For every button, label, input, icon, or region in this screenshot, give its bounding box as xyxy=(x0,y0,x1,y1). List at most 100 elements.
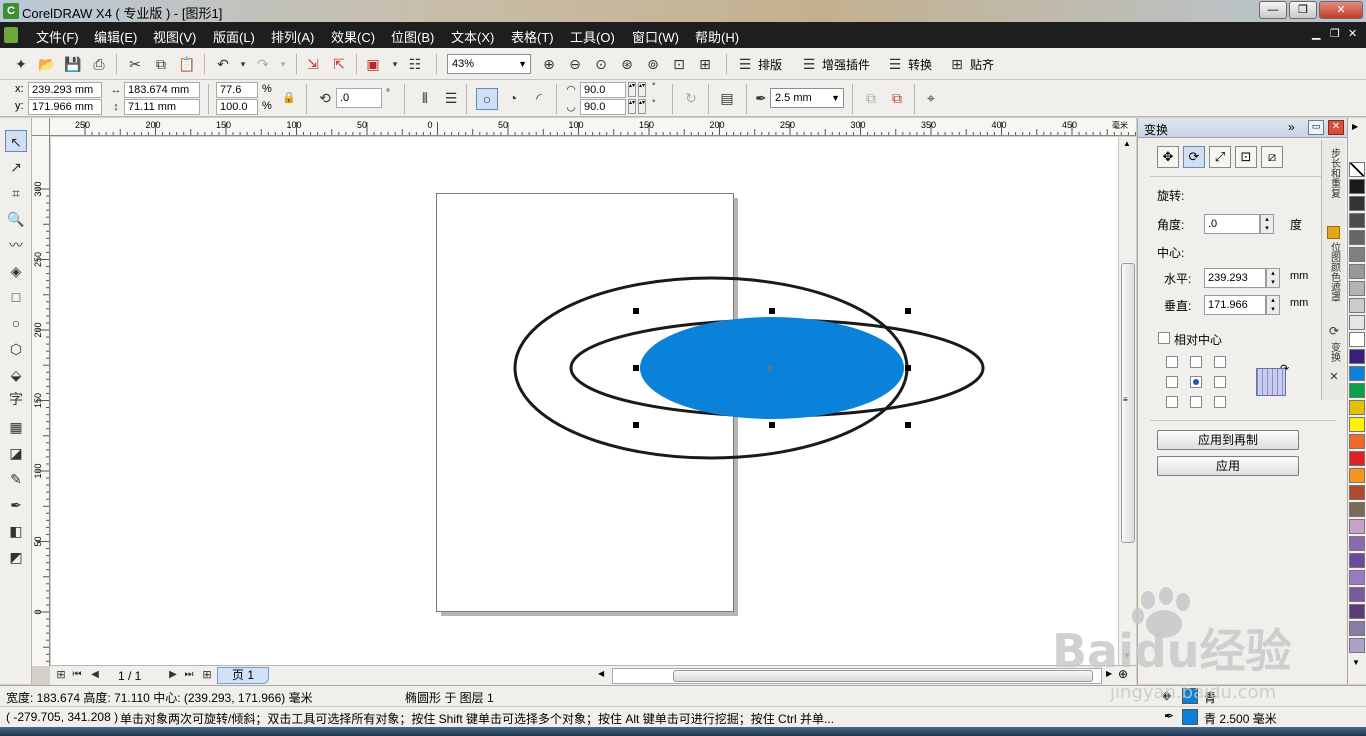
color-swatch[interactable] xyxy=(1349,213,1365,228)
menu-edit[interactable]: 编辑(E) xyxy=(94,27,137,46)
height-field[interactable]: 71.11 mm xyxy=(124,99,200,115)
angle-input[interactable]: .0 xyxy=(1204,214,1260,234)
print-icon[interactable]: ⎙ xyxy=(90,55,108,73)
color-swatch[interactable] xyxy=(1349,298,1365,313)
application-launcher-icon[interactable]: ▣ xyxy=(364,55,382,73)
to-front-icon[interactable]: ⧉ xyxy=(862,89,880,107)
start-angle-field[interactable]: 90.0 xyxy=(580,82,626,98)
center-horizontal-spinner[interactable]: ▴ ▾ xyxy=(1266,268,1280,288)
skew-mode-icon[interactable]: ⧄ xyxy=(1261,146,1283,168)
color-swatch[interactable] xyxy=(1349,315,1365,330)
snap-button[interactable]: 贴齐 xyxy=(970,56,994,73)
scroll-left-icon[interactable]: ◀ xyxy=(598,669,604,678)
launcher-dropdown-icon[interactable]: ▾ xyxy=(386,55,404,73)
redo-icon[interactable]: ↷ xyxy=(254,55,272,73)
color-swatch[interactable] xyxy=(1349,587,1365,602)
anchor-middle-left[interactable] xyxy=(1166,376,1178,388)
interactive-fill-tool-icon[interactable]: ◩ xyxy=(5,546,27,568)
maximize-button[interactable]: ❐ xyxy=(1289,1,1317,19)
scroll-up-icon[interactable]: ▲ xyxy=(1123,139,1131,148)
fill-color-swatch[interactable] xyxy=(1182,688,1198,704)
last-page-icon[interactable]: ⏭ xyxy=(180,666,198,684)
palette-scroll-down-icon[interactable]: ▼ xyxy=(1352,658,1360,667)
size-mode-icon[interactable]: ⊡ xyxy=(1235,146,1257,168)
add-page-after-icon[interactable]: ⊞ xyxy=(198,666,216,684)
apply-button[interactable]: 应用 xyxy=(1157,456,1299,476)
menu-tools[interactable]: 工具(O) xyxy=(570,27,615,46)
color-swatch[interactable] xyxy=(1349,366,1365,381)
apply-to-duplicate-button[interactable]: 应用到再制 xyxy=(1157,430,1299,450)
color-swatch[interactable] xyxy=(1349,179,1365,194)
doc-restore-icon[interactable]: ❐ xyxy=(1330,27,1340,40)
center-horizontal-input[interactable]: 239.293 xyxy=(1204,268,1266,288)
save-icon[interactable]: 💾 xyxy=(64,55,82,73)
document-icon[interactable] xyxy=(4,27,18,43)
doc-minimize-icon[interactable]: ▁ xyxy=(1312,27,1320,40)
color-swatch[interactable] xyxy=(1349,400,1365,415)
interactive-blend-tool-icon[interactable]: ◪ xyxy=(5,442,27,464)
zoom-in-icon[interactable]: ⊕ xyxy=(540,55,558,73)
anchor-bottom-right[interactable] xyxy=(1214,396,1226,408)
width-field[interactable]: 183.674 mm xyxy=(124,82,200,98)
convert-to-curves-icon[interactable]: ⌖ xyxy=(922,89,940,107)
basic-shapes-tool-icon[interactable]: ⬙ xyxy=(5,364,27,386)
center-vertical-input[interactable]: 171.966 xyxy=(1204,295,1266,315)
menu-table[interactable]: 表格(T) xyxy=(511,27,554,46)
polygon-tool-icon[interactable]: ⬡ xyxy=(5,338,27,360)
pie-mode-icon[interactable]: ◔ xyxy=(504,89,522,107)
crop-tool-icon[interactable]: ⌗ xyxy=(5,182,27,204)
wrap-paragraph-text-icon[interactable]: ▤ xyxy=(718,89,736,107)
fill-tool-icon[interactable]: ◧ xyxy=(5,520,27,542)
drawing-canvas[interactable]: × xyxy=(51,137,1118,665)
first-page-icon[interactable]: ⏮ xyxy=(68,666,86,684)
color-swatch[interactable] xyxy=(1349,281,1365,296)
mirror-vertical-icon[interactable]: ☰ xyxy=(442,89,460,107)
no-color-swatch[interactable] xyxy=(1349,162,1365,177)
direction-icon[interactable]: ↻ xyxy=(682,89,700,107)
handle-top-center[interactable] xyxy=(769,308,775,314)
lock-ratio-icon[interactable]: 🔒 xyxy=(280,89,298,107)
handle-top-right[interactable] xyxy=(905,308,911,314)
zoom-page-icon[interactable]: ⊚ xyxy=(644,55,662,73)
center-vertical-spinner[interactable]: ▴ ▾ xyxy=(1266,295,1280,315)
color-swatch[interactable] xyxy=(1349,230,1365,245)
horizontal-scroll-thumb[interactable] xyxy=(673,670,1093,682)
anchor-bottom-left[interactable] xyxy=(1166,396,1178,408)
anchor-middle-right[interactable] xyxy=(1214,376,1226,388)
scale-x-field[interactable]: 77.6 xyxy=(216,82,258,98)
zoom-page-width-icon[interactable]: ⊡ xyxy=(670,55,688,73)
vertical-ruler[interactable]: 300 250 200 150 100 50 0 xyxy=(32,136,50,666)
end-angle-spinner-2[interactable]: ▴▾ xyxy=(638,99,646,114)
menu-arrange[interactable]: 排列(A) xyxy=(271,27,314,46)
coreldraw-app-icon[interactable]: C xyxy=(3,3,19,19)
color-swatch[interactable] xyxy=(1349,638,1365,653)
eyedropper-tool-icon[interactable]: ✎ xyxy=(5,468,27,490)
start-angle-spinner[interactable]: ▴▾ xyxy=(628,82,636,97)
text-tool-icon[interactable]: 字 xyxy=(5,388,27,410)
layout-icon[interactable]: ☰ xyxy=(736,55,754,73)
handle-middle-left[interactable] xyxy=(633,365,639,371)
mirror-horizontal-icon[interactable]: ⫴ xyxy=(416,89,434,107)
color-swatch[interactable] xyxy=(1349,553,1365,568)
menu-file[interactable]: 文件(F) xyxy=(36,27,79,46)
x-position-field[interactable]: 239.293 mm xyxy=(28,82,102,98)
undo-icon[interactable]: ↶ xyxy=(214,55,232,73)
color-swatch[interactable] xyxy=(1349,332,1365,347)
scroll-down-icon[interactable]: ▼ xyxy=(1123,651,1131,660)
plugin-icon[interactable]: ☰ xyxy=(800,55,818,73)
convert-icon[interactable]: ☰ xyxy=(886,55,904,73)
import-icon[interactable]: ⇲ xyxy=(304,55,322,73)
tab-transform[interactable]: 变换 xyxy=(1326,342,1342,370)
zoom-selected-icon[interactable]: ⊙ xyxy=(592,55,610,73)
color-swatch[interactable] xyxy=(1349,621,1365,636)
transform-tab-icon[interactable]: ⟳ xyxy=(1326,325,1342,340)
menu-effects[interactable]: 效果(C) xyxy=(331,27,375,46)
handle-bottom-center[interactable] xyxy=(769,422,775,428)
new-document-icon[interactable]: ✦ xyxy=(12,55,30,73)
zoom-page-height-icon[interactable]: ⊞ xyxy=(696,55,714,73)
color-swatch[interactable] xyxy=(1349,196,1365,211)
docker-close-icon[interactable]: ✕ xyxy=(1328,120,1344,135)
rectangle-tool-icon[interactable]: □ xyxy=(5,286,27,308)
menu-view[interactable]: 视图(V) xyxy=(153,27,196,46)
menu-layout[interactable]: 版面(L) xyxy=(213,27,255,46)
